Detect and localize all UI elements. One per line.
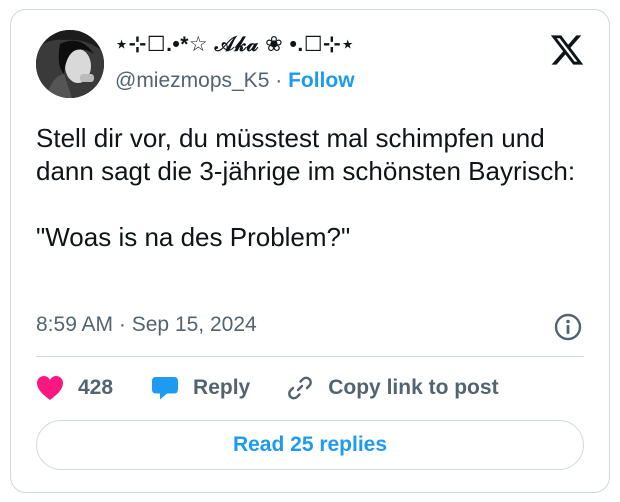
read-replies-button[interactable]: Read 25 replies: [36, 420, 584, 470]
avatar[interactable]: [36, 30, 104, 98]
author-display-name[interactable]: ⋆⊹☐.•*☆ 𝒜𝓀𝒶 ❀ •.☐⊹⋆: [115, 32, 355, 57]
like-count: 428: [78, 376, 114, 399]
info-icon[interactable]: [553, 312, 583, 342]
link-icon: [288, 376, 313, 400]
follow-button[interactable]: Follow: [288, 69, 355, 92]
tweet-date: Sep 15, 2024: [131, 313, 257, 336]
reply-button[interactable]: Reply: [151, 375, 250, 401]
heart-icon: [37, 376, 63, 400]
speech-bubble-icon: [152, 377, 179, 400]
action-bar: 428 Reply Copy link to post: [36, 372, 499, 404]
like-button[interactable]: 428: [36, 375, 113, 401]
tweet-timestamp[interactable]: 8:59 AM · Sep 15, 2024: [36, 313, 257, 337]
tweet-time: 8:59 AM: [36, 313, 114, 336]
reply-label: Reply: [193, 376, 251, 399]
copy-link-button[interactable]: Copy link to post: [286, 374, 499, 402]
tweet-text: Stell dir vor, du müsstest mal schimpfen…: [36, 123, 576, 252]
handle-separator: ·: [275, 69, 283, 92]
meta-separator: ·: [118, 313, 126, 336]
embedded-tweet-card: ⋆⊹☐.•*☆ 𝒜𝓀𝒶 ❀ •.☐⊹⋆ @miezmops_K5 · Follo…: [10, 9, 610, 493]
author-handle[interactable]: @miezmops_K5: [115, 69, 269, 92]
divider: [36, 356, 584, 357]
copy-link-label: Copy link to post: [328, 376, 499, 399]
author-handle-row: @miezmops_K5 · Follow: [115, 69, 355, 93]
x-logo-icon[interactable]: [549, 32, 585, 68]
avatar-image: [36, 30, 104, 98]
